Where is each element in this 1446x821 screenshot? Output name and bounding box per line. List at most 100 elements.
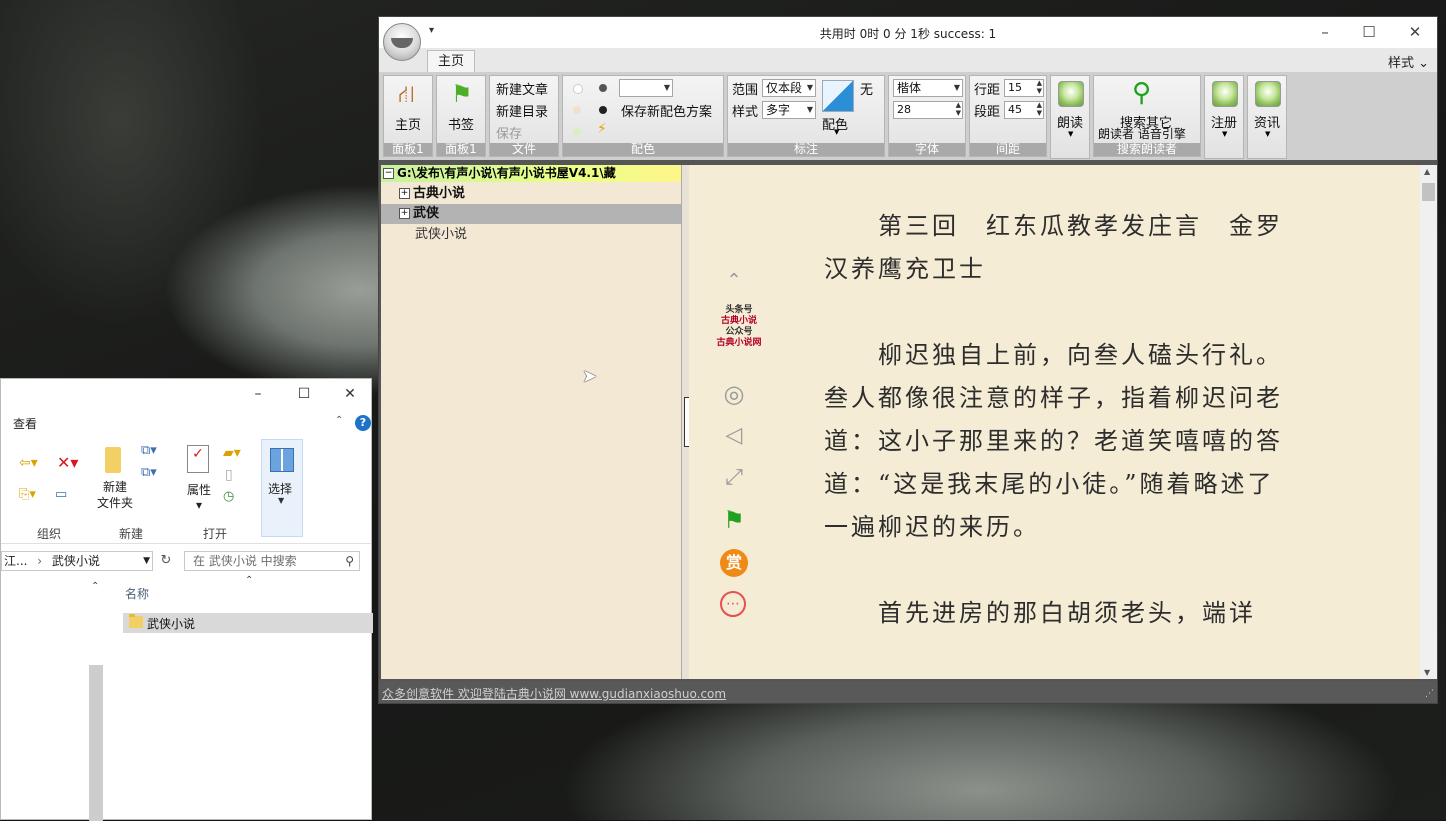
maximize-button[interactable]: ☐ bbox=[1349, 21, 1389, 43]
tree-root[interactable]: − G:\发布\有声小说\有声小说书屋V4.1\藏 bbox=[381, 165, 681, 182]
range-select[interactable]: 仅本段 ▼ bbox=[762, 79, 816, 97]
edit-icon[interactable]: ▯ bbox=[225, 467, 233, 483]
tree-node-wuxia-novel[interactable]: 武侠小说 bbox=[381, 225, 681, 245]
ribbon: ⛙ 主页 面板1 ⚑ 书签 面板1 新建文章 新建目录 保存 文件 ▼ 保存新配… bbox=[379, 72, 1437, 160]
register-button[interactable]: 注册 ▼ bbox=[1204, 75, 1244, 159]
properties-button[interactable]: 属性 ▾ bbox=[183, 481, 215, 512]
font-size-stepper[interactable]: 28 ▲ ▼ bbox=[893, 101, 963, 119]
line-spacing-stepper[interactable]: 15 ▲ ▼ bbox=[1004, 79, 1044, 97]
maximize-button[interactable]: ☐ bbox=[281, 383, 327, 405]
new-folder-icon[interactable] bbox=[105, 447, 121, 473]
color-scheme-select[interactable]: ▼ bbox=[619, 79, 673, 97]
save-color-scheme-button[interactable]: 保存新配色方案 bbox=[621, 101, 712, 120]
help-icon[interactable]: ? bbox=[355, 415, 371, 431]
flag-icon[interactable]: ⚑ bbox=[717, 503, 751, 537]
group-search-reader: ⚲ 搜索其它 朗读者 语音引擎 搜索朗读者 bbox=[1093, 75, 1201, 157]
font-family-select[interactable]: 楷体 ▼ bbox=[893, 79, 963, 97]
tree-node-wuxia[interactable]: + 武侠 bbox=[381, 204, 681, 224]
refresh-icon[interactable]: ↻ bbox=[156, 551, 176, 571]
scroll-down-icon[interactable]: ▼ bbox=[1424, 668, 1430, 677]
select-button[interactable]: 选择 ▼ bbox=[261, 439, 303, 537]
new-folder-button[interactable]: 新建 文件夹 bbox=[95, 479, 135, 511]
window-title: 共用时 0时 0 分 1秒 success: 1 bbox=[819, 27, 997, 41]
nav-pane-scrollbar[interactable] bbox=[89, 665, 103, 821]
mouse-cursor-icon: ➤ bbox=[582, 366, 598, 387]
new-directory-button[interactable]: 新建目录 bbox=[496, 101, 548, 120]
none-button[interactable]: 无 bbox=[860, 79, 873, 98]
promo-badge[interactable]: 头条号 古典小说 公众号 古典小说网 bbox=[709, 305, 769, 349]
color-dot-green[interactable] bbox=[573, 128, 581, 136]
group-panel1-home: ⛙ 主页 面板1 bbox=[383, 75, 433, 157]
column-header-name[interactable]: 名称 bbox=[125, 585, 149, 602]
open-icon[interactable]: ▰▾ bbox=[223, 445, 241, 461]
list-item[interactable]: 武侠小说 bbox=[123, 613, 373, 633]
close-button[interactable]: ✕ bbox=[1395, 21, 1435, 43]
application-menu-button[interactable] bbox=[383, 23, 421, 61]
move-to-icon[interactable]: ⇦▾ bbox=[19, 455, 38, 471]
chevron-down-icon: ▼ bbox=[278, 496, 285, 505]
expand-collapse-icon[interactable]: ⌃ bbox=[717, 265, 751, 299]
magnifier-icon[interactable]: ⚲ bbox=[1132, 78, 1151, 108]
delete-icon[interactable]: ✕▾ bbox=[57, 453, 78, 472]
style-select[interactable]: 多字 ▼ bbox=[762, 101, 816, 119]
paragraph: 首先进房的那白胡须老头，端详 bbox=[824, 599, 1256, 627]
minimize-button[interactable]: – bbox=[1305, 21, 1345, 43]
collapse-ribbon-icon[interactable]: ⌃ bbox=[335, 415, 343, 426]
bookmark-button[interactable]: 书签 bbox=[448, 114, 474, 133]
style-menu[interactable]: 样式 ⌄ bbox=[1388, 52, 1429, 71]
tab-view[interactable]: 查看 bbox=[13, 415, 37, 432]
news-icon bbox=[1255, 81, 1281, 107]
home-button[interactable]: 主页 bbox=[395, 114, 421, 133]
group-annotation: 范围 仅本段 ▼ 样式 多字 ▼ 无 配色 ▼ 标注 bbox=[727, 75, 885, 157]
paragraph-spacing-stepper[interactable]: 45 ▲ ▼ bbox=[1004, 101, 1044, 119]
rename-icon[interactable]: ▭ bbox=[55, 487, 67, 502]
style-label: 样式 bbox=[732, 105, 759, 120]
news-button[interactable]: 资讯 ▼ bbox=[1247, 75, 1287, 159]
expand-icon[interactable]: + bbox=[399, 208, 410, 219]
more-icon[interactable]: ⋯ bbox=[720, 591, 746, 617]
select-all-icon bbox=[270, 448, 294, 472]
address-dropdown-icon[interactable]: ▼ bbox=[143, 552, 150, 570]
breadcrumb-parent[interactable]: 江... bbox=[4, 554, 27, 568]
read-aloud-icon bbox=[1058, 81, 1084, 107]
group-open: 打开 bbox=[203, 527, 228, 541]
search-input[interactable]: 在 武侠小说 中搜索 ⚲ bbox=[184, 551, 360, 571]
new-item-icon[interactable]: ⧉▾ bbox=[141, 443, 157, 458]
scroll-up-icon[interactable]: ▲ bbox=[1424, 167, 1430, 176]
lightning-icon[interactable]: ⚡ bbox=[597, 121, 607, 137]
tab-home[interactable]: 主页 bbox=[427, 50, 475, 72]
website-link[interactable]: 众多创意软件 欢迎登陆古典小说网 www.gudianxiaoshuo.com bbox=[382, 685, 726, 702]
color-dot-white[interactable] bbox=[573, 84, 583, 94]
expand-icon[interactable]: + bbox=[399, 188, 410, 199]
fullscreen-icon[interactable]: ⤢ bbox=[717, 461, 751, 495]
color-dot-beige[interactable] bbox=[573, 106, 581, 114]
globe-icon[interactable]: ◎ bbox=[717, 377, 751, 411]
save-button[interactable]: 保存 bbox=[496, 123, 522, 142]
sort-up-icon[interactable]: ⌃ bbox=[91, 581, 99, 592]
resize-grip-icon[interactable]: ⋰ bbox=[1425, 689, 1434, 699]
reward-icon[interactable]: 赏 bbox=[720, 549, 748, 577]
collapse-icon[interactable]: − bbox=[383, 168, 394, 179]
easy-access-icon[interactable]: ⧉▾ bbox=[141, 465, 157, 480]
minimize-button[interactable]: – bbox=[235, 383, 281, 405]
reader-scrollbar[interactable]: ▲ ▼ bbox=[1420, 165, 1437, 679]
scroll-thumb[interactable] bbox=[1422, 183, 1435, 201]
new-article-button[interactable]: 新建文章 bbox=[496, 79, 548, 98]
tree-node-classic[interactable]: + 古典小说 bbox=[381, 184, 681, 204]
group-label: 标注 bbox=[728, 143, 884, 156]
breadcrumb-current[interactable]: 武侠小说 bbox=[52, 554, 100, 568]
properties-icon[interactable]: ✓ bbox=[187, 445, 209, 473]
address-bar[interactable]: 江... › 武侠小说 ▼ bbox=[1, 551, 153, 571]
read-aloud-button[interactable]: 朗读 ▼ bbox=[1050, 75, 1090, 159]
catalog-tree: − G:\发布\有声小说\有声小说书屋V4.1\藏 + 古典小说 + 武侠 武侠小说 bbox=[381, 165, 681, 679]
history-icon[interactable]: ◷ bbox=[223, 489, 234, 504]
color-dot-gray[interactable] bbox=[599, 84, 607, 92]
color-dot-black[interactable] bbox=[599, 106, 607, 114]
close-button[interactable]: ✕ bbox=[327, 383, 373, 405]
group-label: 字体 bbox=[889, 143, 965, 156]
sort-indicator-icon: ⌃ bbox=[245, 575, 254, 586]
register-label: 注册 bbox=[1211, 116, 1238, 131]
speaker-icon[interactable]: ◁ bbox=[717, 419, 751, 453]
copy-to-icon[interactable]: ⎘▾ bbox=[19, 487, 36, 502]
color-swatch-icon[interactable] bbox=[822, 80, 854, 112]
